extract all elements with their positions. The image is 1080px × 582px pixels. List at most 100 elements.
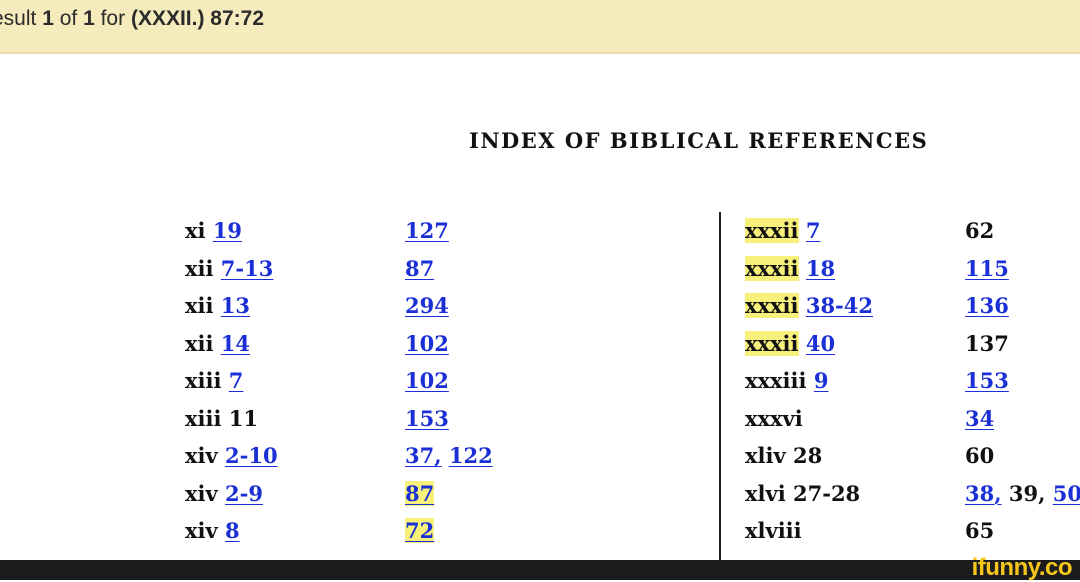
result-for: for: [94, 7, 131, 30]
verse-link[interactable]: 7: [229, 368, 244, 393]
page-title: INDEX OF BIBLICAL REFERENCES: [469, 128, 929, 153]
column-divider: [719, 212, 721, 562]
left-reference: xiii 7: [185, 368, 243, 393]
chapter-numeral: xi: [185, 218, 206, 243]
search-result-bar: esult 1 of 1 for (XXXII.) 87:72: [0, 0, 1080, 54]
result-current: 1: [42, 7, 54, 30]
chapter-numeral: xiii: [185, 368, 222, 393]
bottom-bar: [0, 560, 1080, 580]
chapter-numeral: xii: [185, 330, 214, 356]
chapter-numeral: xxxvi: [745, 405, 803, 431]
chapter-numeral: xiii: [185, 405, 222, 431]
left-reference: xi 19: [185, 218, 242, 243]
right-reference: xxxii 18: [745, 255, 835, 281]
right-reference: xxxvi: [745, 406, 803, 431]
chapter-numeral: xliv: [745, 443, 786, 468]
chapter-numeral: xlvi: [745, 480, 786, 506]
chapter-numeral: xiv: [185, 443, 218, 468]
left-page-refs: 72: [405, 518, 435, 543]
verse-link[interactable]: 40: [806, 331, 835, 356]
page-link[interactable]: 102: [405, 331, 449, 356]
chapter-numeral: xxxii: [745, 255, 799, 281]
result-total: 1: [83, 7, 95, 30]
verse-link[interactable]: 19: [213, 218, 242, 243]
page-link[interactable]: 87: [405, 256, 434, 281]
chapter-numeral: xxxii: [745, 218, 799, 243]
left-reference: xii 14: [185, 331, 250, 356]
page-link[interactable]: 136: [965, 293, 1009, 318]
page-link[interactable]: 72: [405, 518, 435, 543]
verse-link[interactable]: 18: [806, 256, 835, 281]
page-number: 60: [965, 443, 995, 468]
right-page-refs: 60: [965, 443, 994, 468]
left-page-refs: 294: [405, 293, 449, 318]
right-reference: xxxiii 9: [745, 368, 828, 393]
right-page-refs: 34: [965, 406, 994, 431]
page-link[interactable]: 37,: [405, 443, 442, 468]
chapter-numeral: xii: [185, 293, 214, 318]
page-link[interactable]: 87: [405, 480, 435, 506]
verse-link[interactable]: 9: [814, 368, 829, 393]
page-link[interactable]: 153: [405, 406, 449, 431]
right-reference: xliv 28: [745, 443, 822, 468]
page-number: 65: [965, 518, 995, 543]
verse-link[interactable]: 2-10: [225, 443, 278, 468]
right-page-refs: 137: [965, 331, 1009, 356]
verse-link[interactable]: 2-9: [225, 481, 263, 506]
verse-link[interactable]: 14: [221, 331, 250, 356]
right-page-refs: 38, 39, 50: [965, 481, 1080, 506]
left-page-refs: 87: [405, 256, 434, 281]
verse-link[interactable]: 7: [806, 218, 821, 243]
right-reference: xxxii 40: [745, 330, 835, 356]
left-reference: xiv 2-9: [185, 481, 263, 506]
page-number: 62: [965, 218, 995, 243]
right-page-refs: 136: [965, 293, 1009, 318]
page-number: 137: [965, 330, 1009, 356]
page-link[interactable]: 34: [965, 406, 994, 431]
left-page-refs: 102: [405, 331, 449, 356]
verse-text: 28: [793, 443, 823, 468]
right-reference: xxxii 38-42: [745, 293, 873, 318]
right-reference: xlvi 27-28: [745, 481, 860, 506]
page-link[interactable]: 50: [1053, 481, 1080, 506]
page-link[interactable]: 102: [405, 368, 449, 393]
search-query: (XXXII.) 87:72: [130, 7, 265, 30]
left-reference: xii 7-13: [185, 256, 273, 281]
left-reference: xiii 11: [185, 406, 258, 431]
right-reference: xlviii: [745, 518, 802, 543]
right-page-refs: 65: [965, 518, 994, 543]
page-link[interactable]: 122: [449, 443, 493, 468]
right-page-refs: 153: [965, 368, 1009, 393]
chapter-numeral: xxxii: [745, 330, 799, 356]
left-reference: xii 13: [185, 293, 250, 318]
chapter-numeral: xxxii: [745, 293, 799, 318]
chapter-numeral: xxxiii: [745, 368, 807, 393]
left-page-refs: 102: [405, 368, 449, 393]
verse-link[interactable]: 13: [221, 293, 250, 318]
chapter-numeral: xlviii: [745, 518, 802, 543]
chapter-numeral: xii: [185, 255, 214, 281]
verse-text: 27-28: [793, 480, 861, 506]
page-link[interactable]: 115: [965, 256, 1009, 281]
left-page-refs: 127: [405, 218, 449, 243]
verse-link[interactable]: 8: [225, 518, 240, 543]
right-reference: xxxii 7: [745, 218, 820, 243]
page-link[interactable]: 127: [405, 218, 449, 243]
left-page-refs: 37, 122: [405, 443, 493, 468]
page-link[interactable]: 294: [405, 293, 449, 318]
chapter-numeral: xiv: [185, 518, 218, 543]
page-link[interactable]: 38,: [965, 481, 1002, 506]
verse-link[interactable]: 7-13: [221, 256, 274, 281]
right-page-refs: 115: [965, 256, 1009, 281]
verse-text: 11: [228, 405, 258, 431]
page-number: 39,: [1008, 480, 1046, 506]
result-of: of: [53, 7, 84, 30]
left-reference: xiv 2-10: [185, 443, 278, 468]
page-link[interactable]: 153: [965, 368, 1009, 393]
verse-link[interactable]: 38-42: [806, 293, 873, 318]
left-page-refs: 153: [405, 406, 449, 431]
result-prefix: esult: [0, 7, 37, 30]
left-page-refs: 87: [405, 480, 435, 506]
right-page-refs: 62: [965, 218, 994, 243]
left-reference: xiv 8: [185, 518, 240, 543]
